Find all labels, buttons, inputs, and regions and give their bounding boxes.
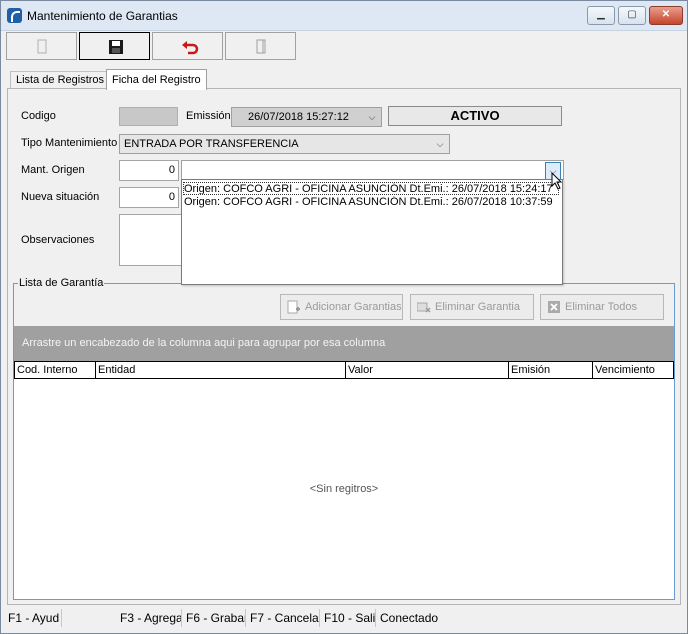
tab-ficha-registro[interactable]: Ficha del Registro xyxy=(106,69,207,90)
status-f1-help: F1 - Ayud xyxy=(4,609,62,627)
empty-grid-message: <Sin regitros> xyxy=(309,483,379,495)
origen-dropdown-list: Origen: COFCO AGRI - OFICINA ASUNCIÓN Dt… xyxy=(181,179,563,285)
emision-label: Emissión xyxy=(186,110,231,122)
document-icon xyxy=(256,39,266,54)
floppy-disk-icon xyxy=(109,40,123,54)
remove-all-button[interactable]: Eliminar Todos xyxy=(540,294,664,320)
new-button[interactable] xyxy=(6,32,77,60)
observaciones-label: Observaciones xyxy=(21,234,95,246)
column-header-emision[interactable]: Emisión xyxy=(509,361,593,379)
tipo-mantenimiento-label: Tipo Mantenimiento xyxy=(21,137,118,149)
column-header-entidad[interactable]: Entidad xyxy=(96,361,346,379)
remove-garantia-button[interactable]: Eliminar Garantia xyxy=(410,294,534,320)
codigo-label: Codigo xyxy=(21,110,56,122)
tipo-mantenimiento-value: ENTRADA POR TRANSFERENCIA xyxy=(124,138,299,150)
dropdown-option[interactable]: Origen: COFCO AGRI - OFICINA ASUNCIÓN Dt… xyxy=(183,182,559,195)
nueva-situacion-field[interactable]: 0 xyxy=(119,187,179,208)
column-header-cod-interno[interactable]: Cod. Interno xyxy=(14,361,96,379)
observaciones-textarea[interactable] xyxy=(119,214,183,266)
garantias-grid[interactable]: <Sin regitros> xyxy=(14,379,674,599)
maximize-button[interactable]: ▢ xyxy=(618,6,646,25)
tipo-mantenimiento-select[interactable]: ENTRADA POR TRANSFERENCIA ⌵ xyxy=(119,134,450,154)
nueva-situacion-label: Nueva situación xyxy=(21,191,100,203)
add-document-icon xyxy=(287,300,300,314)
tab-lista-registros[interactable]: Lista de Registros xyxy=(10,71,111,89)
group-by-panel[interactable]: Arrastre un encabezado de la columna aqu… xyxy=(14,326,674,361)
status-f10-exit: F10 - Salir xyxy=(320,609,376,627)
window-title: Mantenimiento de Garantias xyxy=(27,9,178,23)
column-header-vencimiento[interactable]: Vencimiento xyxy=(593,361,674,379)
status-f6-save: F6 - Grabar xyxy=(182,609,246,627)
origen-label: Mant. Origen xyxy=(21,164,85,176)
status-bar: F1 - Ayud F3 - Agrega F6 - Grabar F7 - C… xyxy=(0,606,686,628)
chevron-down-icon[interactable]: ⌵ xyxy=(433,135,447,153)
status-f3-add: F3 - Agrega xyxy=(116,609,182,627)
mouse-cursor-icon xyxy=(551,172,563,190)
minimize-button[interactable]: ▁ xyxy=(587,6,615,25)
status-badge: ACTIVO xyxy=(388,106,562,126)
save-button[interactable] xyxy=(79,32,150,60)
title-bar[interactable]: Mantenimiento de Garantias ▁ ▢ ✕ xyxy=(1,1,687,31)
garantias-title: Lista de Garantía xyxy=(18,277,105,289)
toolbar xyxy=(6,32,296,60)
remove-garantia-label: Eliminar Garantia xyxy=(435,301,520,313)
app-logo-icon xyxy=(7,8,22,23)
emision-date-picker[interactable]: 26/07/2018 15:27:12 ⌵ xyxy=(231,107,382,127)
dropdown-option[interactable]: Origen: COFCO AGRI - OFICINA ASUNCIÓN Dt… xyxy=(184,196,560,209)
codigo-field[interactable] xyxy=(119,107,178,126)
status-connection: Conectado xyxy=(380,611,439,625)
undo-arrow-icon xyxy=(182,41,199,55)
origen-select[interactable]: ⌵ xyxy=(181,160,564,180)
chevron-down-icon[interactable]: ⌵ xyxy=(365,108,379,126)
delete-x-icon xyxy=(548,301,560,313)
remove-all-label: Eliminar Todos xyxy=(565,301,637,313)
blank-page-icon xyxy=(37,39,47,54)
status-f7-cancel: F7 - Cancelar xyxy=(246,609,320,627)
close-button[interactable]: ✕ xyxy=(649,6,683,25)
add-garantia-button[interactable]: Adicionar Garantias xyxy=(280,294,403,320)
emision-value: 26/07/2018 15:27:12 xyxy=(248,111,349,123)
remove-row-icon xyxy=(417,302,431,313)
column-header-valor[interactable]: Valor xyxy=(346,361,509,379)
add-garantia-label: Adicionar Garantias xyxy=(305,301,402,313)
origen-number-field[interactable]: 0 xyxy=(119,160,179,181)
undo-button[interactable] xyxy=(152,32,223,60)
document-button[interactable] xyxy=(225,32,296,60)
